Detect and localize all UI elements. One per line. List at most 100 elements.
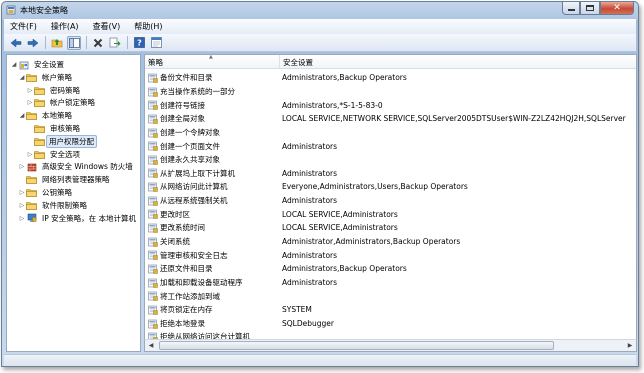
policy-item-icon — [148, 250, 158, 261]
minimize-button[interactable] — [562, 2, 580, 15]
policy-row[interactable]: 从远程系统强制关机 Administrators — [145, 194, 636, 208]
back-button[interactable] — [9, 36, 23, 50]
forward-arrow-icon — [27, 37, 39, 48]
policy-setting-value: LOCAL SERVICE,Administrators — [282, 209, 398, 219]
folder-icon — [26, 72, 37, 82]
policy-row[interactable]: 还原文件和目录 Administrators,Backup Operators — [145, 262, 636, 276]
tree-item[interactable]: ◢ 本地策略 — [18, 109, 76, 122]
help-button[interactable]: ? — [132, 36, 146, 50]
collapsed-arrow-icon[interactable]: ▷ — [26, 99, 34, 107]
up-level-button[interactable] — [50, 36, 64, 50]
close-button[interactable]: ✕ — [600, 2, 634, 15]
policy-row[interactable]: 关闭系统 Administrator,Administrators,Backup … — [145, 235, 636, 249]
policy-row[interactable]: 更改系统时间 LOCAL SERVICE,Administrators — [145, 221, 636, 235]
policy-row[interactable]: 管理审核和安全日志 Administrators — [145, 248, 636, 262]
properties-button[interactable] — [149, 36, 163, 50]
expanded-arrow-icon[interactable]: ◢ — [18, 112, 26, 120]
svg-text:?: ? — [137, 39, 142, 48]
delete-icon — [93, 38, 103, 47]
tree-item[interactable]: ▷ 帐户锁定策略 — [26, 96, 99, 109]
menu-file[interactable]: 文件(F) — [10, 21, 37, 32]
policy-name: 充当操作系统的一部分 — [160, 86, 235, 96]
menu-bar: 文件(F) 操作(A) 查看(V) 帮助(H) — [4, 19, 636, 34]
tree-item[interactable]: 用户权限分配 — [26, 134, 97, 148]
policy-name: 从扩展坞上取下计算机 — [160, 168, 235, 178]
tree-item[interactable]: ▷ 密码策略 — [26, 84, 84, 97]
scroll-thumb[interactable] — [159, 341, 554, 350]
policy-name: 从网络访问此计算机 — [160, 182, 228, 192]
policy-row[interactable]: 将页锁定在内存 SYSTEM — [145, 303, 636, 317]
policy-row[interactable]: 拒绝本地登录 SQLDebugger — [145, 317, 636, 331]
maximize-button[interactable] — [580, 2, 600, 15]
scroll-left-button[interactable]: ◀ — [145, 340, 157, 351]
tree-item-label: 公钥策略 — [42, 188, 72, 197]
policy-row[interactable]: 更改时区 LOCAL SERVICE,Administrators — [145, 207, 636, 221]
delete-button[interactable] — [91, 36, 105, 50]
scroll-right-icon: ▶ — [627, 342, 633, 349]
title-bar[interactable]: 本地安全策略 ✕ — [2, 2, 638, 18]
policy-item-icon — [148, 291, 158, 301]
policy-item-icon — [148, 305, 158, 315]
policy-list: 备份文件和目录 Administrators,Backup Operators 充当… — [145, 71, 636, 339]
policy-row[interactable]: 加载和卸载设备驱动程序 Administrators — [145, 276, 636, 290]
details-pane[interactable]: 策略 ▲ 安全设置 备份文件和目录 Administrators,Backup O… — [144, 54, 637, 339]
policy-row[interactable]: 充当操作系统的一部分 — [145, 85, 636, 99]
policy-name: 将页锁定在内存 — [160, 305, 213, 315]
tree-item[interactable]: ▷ 公钥策略 — [18, 186, 76, 199]
scroll-right-button[interactable]: ▶ — [624, 340, 636, 351]
collapsed-arrow-icon[interactable]: ▷ — [18, 214, 26, 222]
policy-row[interactable]: 创建符号链接 Administrators,*S-1-5-83-0 — [145, 98, 636, 112]
policy-setting-value: Administrators,Backup Operators — [282, 73, 407, 83]
menu-help[interactable]: 帮助(H) — [134, 21, 162, 32]
export-icon — [109, 37, 121, 48]
tree-item[interactable]: ▷ IP 安全策略，在 本地计算机 — [18, 212, 140, 225]
policy-item-icon — [148, 223, 158, 233]
policy-row[interactable]: 创建一个页面文件 Administrators — [145, 139, 636, 153]
policy-row[interactable]: 将工作站添加到域 — [145, 289, 636, 303]
export-list-button[interactable] — [108, 36, 122, 50]
close-icon: ✕ — [613, 2, 621, 13]
tree-item[interactable]: ◢ 安全设置 — [10, 58, 68, 71]
policy-row[interactable]: 备份文件和目录 Administrators,Backup Operators — [145, 71, 636, 85]
collapsed-arrow-icon[interactable]: ▷ — [18, 163, 26, 171]
collapsed-arrow-icon[interactable]: ▷ — [18, 189, 26, 197]
column-header-setting[interactable]: 安全设置 — [280, 55, 636, 69]
security-policy-app-icon — [6, 5, 16, 15]
toolbar-separator — [127, 36, 128, 49]
console-tree-pane[interactable]: ◢ 安全设置 ◢ 帐户策略 ▷ 密码策略 ▷ 帐户锁定策略 ◢ 本地策略审核策略 用户权限分配 ▷ 安全… — [6, 54, 141, 352]
policy-name: 从远程系统强制关机 — [160, 196, 228, 206]
collapsed-arrow-icon[interactable]: ▷ — [26, 150, 34, 158]
policy-name: 加载和卸载设备驱动程序 — [160, 277, 243, 287]
column-header-setting-label: 安全设置 — [283, 57, 313, 67]
policy-row[interactable]: 创建一个令牌对象 — [145, 126, 636, 140]
tree-item[interactable]: ◢ 帐户策略 — [18, 71, 76, 84]
policy-row[interactable]: 拒绝从网络访问这台计算机 — [145, 330, 636, 339]
tree-item-label: 高级安全 Windows 防火墙 — [42, 162, 133, 172]
horizontal-scrollbar[interactable]: ◀ ▶ — [144, 339, 637, 352]
tree-item[interactable]: ▷ 高级安全 Windows 防火墙 — [18, 160, 137, 173]
menu-view[interactable]: 查看(V) — [93, 21, 121, 32]
tree-item[interactable]: 网络列表管理器策略 — [18, 173, 114, 186]
policy-setting-value: LOCAL SERVICE,Administrators — [282, 223, 398, 233]
show-hide-tree-button[interactable] — [67, 35, 81, 50]
policy-row[interactable]: 从网络访问此计算机 Everyone,Administrators,Users,B… — [145, 180, 636, 194]
policy-setting-value: Everyone,Administrators,Users,Backup Ope… — [282, 182, 468, 192]
policy-row[interactable]: 从扩展坞上取下计算机 Administrators — [145, 166, 636, 180]
policy-row[interactable]: 创建永久共享对象 — [145, 153, 636, 167]
expanded-arrow-icon[interactable]: ◢ — [10, 61, 18, 69]
policy-item-icon — [148, 168, 158, 179]
tree-item[interactable]: 审核策略 — [26, 122, 84, 135]
back-arrow-icon — [10, 37, 22, 48]
policy-row[interactable]: 创建全局对象 LOCAL SERVICE,NETWORK SERVICE,SQLS… — [145, 112, 636, 126]
policy-item-icon — [148, 128, 158, 138]
expanded-arrow-icon[interactable]: ◢ — [18, 73, 26, 81]
tree-item-label: 审核策略 — [50, 124, 80, 133]
menu-action[interactable]: 操作(A) — [51, 21, 79, 32]
tree-item[interactable]: ▷ 软件限制策略 — [18, 199, 91, 212]
tree-item[interactable]: ▷ 安全选项 — [26, 148, 84, 161]
collapsed-arrow-icon[interactable]: ▷ — [18, 201, 26, 209]
forward-button[interactable] — [26, 36, 40, 50]
column-header-policy[interactable]: 策略 ▲ — [145, 55, 279, 69]
collapsed-arrow-icon[interactable]: ▷ — [26, 86, 34, 94]
